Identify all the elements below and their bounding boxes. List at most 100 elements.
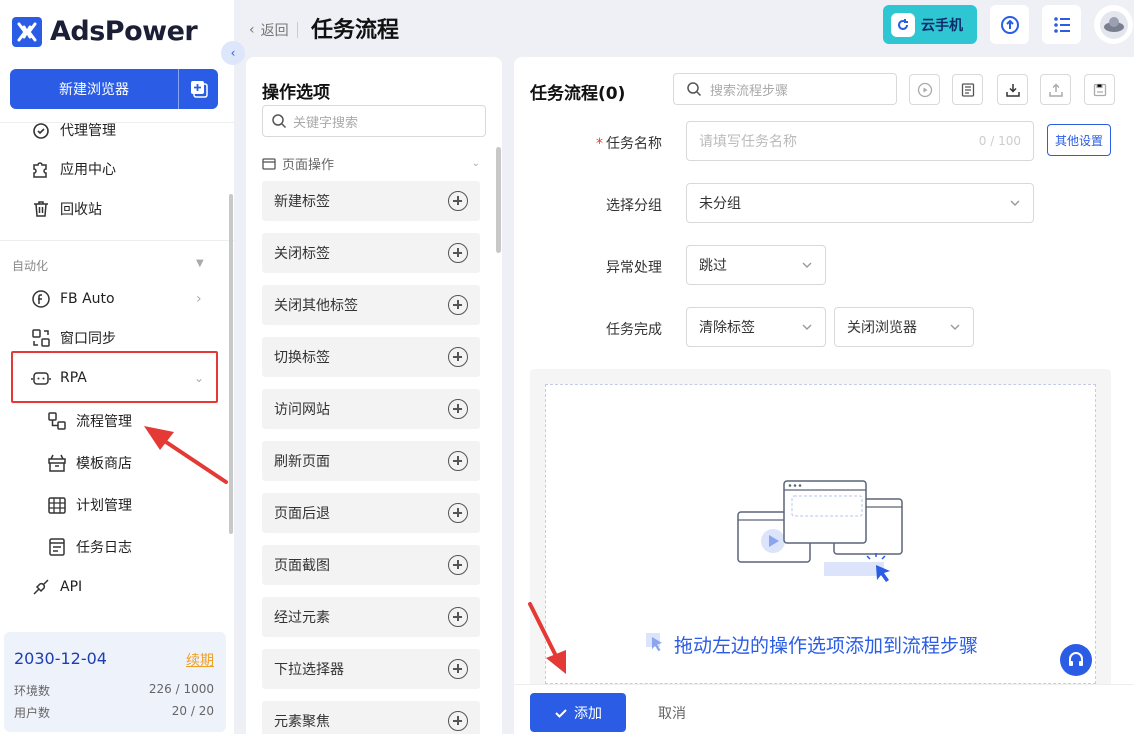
chevron-down-icon <box>801 321 813 333</box>
chevron-down-icon <box>1009 197 1021 209</box>
list-item[interactable]: 元素聚焦 <box>262 701 480 734</box>
list-item[interactable]: 关闭标签 <box>262 233 480 273</box>
user-count-label: 用户数 <box>14 706 51 720</box>
list-item[interactable]: 页面后退 <box>262 493 480 533</box>
api-icon <box>30 576 52 598</box>
flow-search-input[interactable]: 搜索流程步骤 <box>673 73 897 105</box>
chevron-down-icon[interactable]: ▼ <box>196 258 204 269</box>
op-label: 经过元素 <box>274 610 330 626</box>
sidebar-item-schedule[interactable]: 计划管理 <box>46 491 132 519</box>
avatar[interactable] <box>1094 5 1133 44</box>
sidebar-item-flow-management[interactable]: 流程管理 <box>46 407 132 435</box>
task-name-input[interactable]: 请填写任务名称 0 / 100 <box>686 121 1034 161</box>
group-select-label: 选择分组 <box>606 198 662 214</box>
sidebar-item-template-store[interactable]: 模板商店 <box>46 449 132 477</box>
list-item[interactable]: 访问网站 <box>262 389 480 429</box>
sidebar-item-proxy[interactable]: 代理管理 <box>30 116 116 144</box>
cloud-phone-label: 云手机 <box>921 17 963 34</box>
group-header-page-ops[interactable]: 页面操作 ⌄ <box>262 154 480 173</box>
list-item[interactable]: 关闭其他标签 <box>262 285 480 325</box>
log-icon <box>46 536 68 558</box>
sidebar-item-label: 计划管理 <box>76 498 132 514</box>
task-name-counter: 0 / 100 <box>978 134 1021 148</box>
other-settings-button[interactable]: 其他设置 <box>1047 124 1111 156</box>
flow-drop-area[interactable]: 拖动左边的操作选项添加到流程步骤 <box>530 369 1111 689</box>
logo[interactable]: AdsPower <box>12 16 198 47</box>
sidebar-item-label: API <box>60 579 83 595</box>
list-item[interactable]: 页面截图 <box>262 545 480 585</box>
section-label-automation: 自动化 <box>12 259 49 273</box>
task-complete-label: 任务完成 <box>606 322 662 338</box>
group-select-value: 未分组 <box>699 196 741 212</box>
op-label: 页面截图 <box>274 558 330 574</box>
add-circle-icon[interactable] <box>448 347 468 367</box>
list-icon[interactable] <box>1042 5 1081 44</box>
add-circle-icon[interactable] <box>448 555 468 575</box>
list-item[interactable]: 新建标签 <box>262 181 480 221</box>
sidebar-item-label: 窗口同步 <box>60 331 116 347</box>
code-view-icon[interactable] <box>952 74 983 105</box>
error-handling-label: 异常处理 <box>606 260 662 276</box>
sidebar-item-app-center[interactable]: 应用中心 <box>30 155 116 183</box>
flow-drop-zone[interactable]: 拖动左边的操作选项添加到流程步骤 <box>545 384 1096 684</box>
add-circle-icon[interactable] <box>448 607 468 627</box>
list-item[interactable]: 切换标签 <box>262 337 480 377</box>
chevron-left-icon: ‹ <box>249 22 255 38</box>
export-icon[interactable] <box>1040 74 1071 105</box>
plan-expiry-date: 2030-12-04 <box>14 649 107 668</box>
new-browser-label[interactable]: 新建浏览器 <box>10 69 178 109</box>
add-circle-icon[interactable] <box>448 243 468 263</box>
renew-link[interactable]: 续期 <box>186 650 214 670</box>
chevron-down-icon: ⌄ <box>471 158 480 169</box>
task-complete-value-1: 清除标签 <box>699 320 755 336</box>
add-circle-icon[interactable] <box>448 451 468 471</box>
customer-service-icon[interactable] <box>1060 644 1092 676</box>
error-handling-select[interactable]: 跳过 <box>686 245 826 285</box>
list-item[interactable]: 刷新页面 <box>262 441 480 481</box>
group-select[interactable]: 未分组 <box>686 183 1034 223</box>
list-item[interactable]: 经过元素 <box>262 597 480 637</box>
add-circle-icon[interactable] <box>448 659 468 679</box>
new-browser-button[interactable]: 新建浏览器 <box>10 69 218 109</box>
env-count-value: 226 / 1000 <box>148 682 214 696</box>
sidebar-item-window-sync[interactable]: 窗口同步 <box>30 324 116 352</box>
list-item[interactable]: 下拉选择器 <box>262 649 480 689</box>
flow-search-placeholder: 搜索流程步骤 <box>710 83 789 99</box>
cloud-phone-button[interactable]: 云手机 <box>883 5 977 44</box>
add-circle-icon[interactable] <box>448 191 468 211</box>
add-circle-icon[interactable] <box>448 503 468 523</box>
check-icon <box>554 706 568 720</box>
cancel-button[interactable]: 取消 <box>642 693 702 732</box>
brand-name: AdsPower <box>50 16 198 47</box>
new-browser-more-button[interactable] <box>178 69 218 109</box>
import-icon[interactable] <box>997 74 1028 105</box>
add-circle-icon[interactable] <box>448 399 468 419</box>
add-button[interactable]: 添加 <box>530 693 626 732</box>
back-button[interactable]: ‹ 返回 <box>249 20 298 40</box>
play-icon[interactable] <box>909 74 940 105</box>
sidebar-item-label: 模板商店 <box>76 456 132 472</box>
sidebar-item-fb-auto[interactable]: FB Auto › <box>30 285 210 313</box>
annotation-arrow-icon <box>144 426 228 484</box>
collapse-sidebar-button[interactable]: ‹ <box>221 41 245 65</box>
add-circle-icon[interactable] <box>448 711 468 731</box>
task-complete-select-1[interactable]: 清除标签 <box>686 307 826 347</box>
add-circle-icon[interactable] <box>448 295 468 315</box>
save-icon[interactable] <box>1084 74 1115 105</box>
flow-title: 任务流程(0) <box>530 84 626 104</box>
env-count-row: 环境数 226 / 1000 <box>14 682 214 699</box>
options-scrollbar[interactable] <box>496 147 501 253</box>
sidebar-item-label: 应用中心 <box>60 162 116 178</box>
op-label: 关闭标签 <box>274 246 330 262</box>
sidebar-item-label: 回收站 <box>60 202 102 218</box>
drop-hint: 拖动左边的操作选项添加到流程步骤 <box>646 631 1006 658</box>
keyword-search-placeholder: 关键字搜索 <box>293 115 359 131</box>
keyword-search-input[interactable]: 关键字搜索 <box>262 105 486 137</box>
sidebar-item-api[interactable]: API <box>30 573 82 601</box>
sidebar-item-recycle-bin[interactable]: 回收站 <box>30 195 102 223</box>
task-complete-select-2[interactable]: 关闭浏览器 <box>834 307 974 347</box>
sidebar-item-task-log[interactable]: 任务日志 <box>46 533 132 561</box>
sync-icon[interactable] <box>990 5 1029 44</box>
task-complete-value-2: 关闭浏览器 <box>847 320 917 336</box>
back-label: 返回 <box>260 23 289 39</box>
